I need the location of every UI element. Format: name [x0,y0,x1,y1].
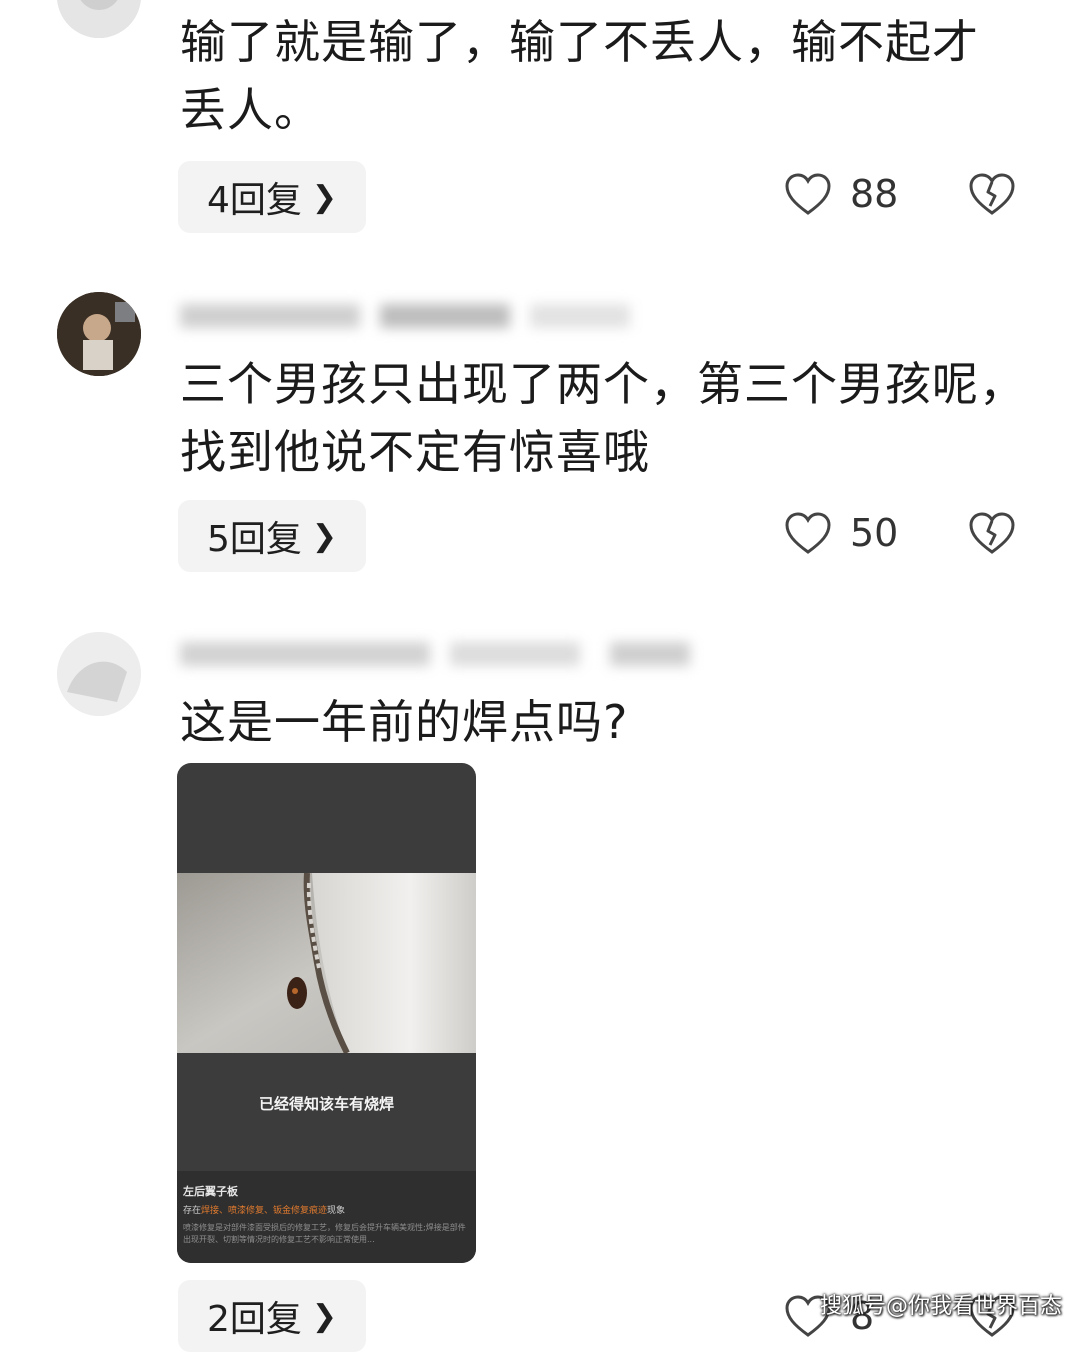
username-blurred [180,636,700,670]
comment-text: 三个男孩只出现了两个，第三个男孩呢， 找到他说不定有惊喜哦 [180,350,1040,486]
comment-text: 输了就是输了，输了不丢人，输不起才 丢人。 [180,8,1040,144]
heart-outline-icon [785,512,831,554]
heart-outline-icon [785,173,831,215]
weld-photo [177,873,476,1053]
comment-image[interactable]: 已经得知该车有烧焊 左后翼子板 存在焊接、喷漆修复、钣金修复痕迹现象 喷漆修复是… [177,763,476,1263]
avatar[interactable] [57,292,141,376]
username-blurred [180,298,640,332]
avatar[interactable] [57,632,141,716]
panel-line-prefix: 存在 [183,1206,202,1216]
like-count: 88 [850,172,899,216]
broken-heart-icon [969,512,1015,554]
panel-desc: 喷漆修复是对部件漆面受损后的修复工艺，修复后会提升车辆美观性;焊接是部件出现开裂… [183,1223,466,1244]
chevron-right-icon: ❯ [311,518,338,554]
panel-line-suffix: 现象 [327,1206,346,1216]
comment-text-line: 这是一年前的焊点吗? [180,695,629,749]
reply-label: 4回复 [206,180,302,221]
panel-line: 存在焊接、喷漆修复、钣金修复痕迹现象 [183,1203,468,1216]
reply-button[interactable]: 2回复 ❯ [178,1280,366,1352]
dislike-button[interactable] [968,511,1016,559]
reply-label: 5回复 [206,519,302,560]
comment-text-line: 找到他说不定有惊喜哦 [180,425,650,479]
broken-heart-icon [969,173,1015,215]
avatar[interactable] [57,0,141,38]
chevron-right-icon: ❯ [311,1298,338,1334]
dislike-button[interactable] [968,172,1016,220]
reply-button[interactable]: 4回复 ❯ [178,161,366,233]
panel-tags: 焊接、喷漆修复、钣金修复痕迹 [201,1206,328,1216]
reply-button[interactable]: 5回复 ❯ [178,500,366,572]
chevron-right-icon: ❯ [311,179,338,215]
reply-label: 2回复 [206,1299,302,1340]
image-caption: 已经得知该车有烧焊 [258,1095,394,1113]
watermark: 搜狐号@你我看世界百态 [820,1294,1063,1319]
comment-text-line: 输了就是输了，输了不丢人，输不起才 [180,15,979,69]
info-panel: 左后翼子板 存在焊接、喷漆修复、钣金修复痕迹现象 喷漆修复是对部件漆面受损后的修… [177,1171,476,1263]
like-button[interactable]: 50 [784,511,898,555]
panel-title: 左后翼子板 [183,1185,238,1198]
comment-text-line: 丢人。 [180,83,321,137]
like-button[interactable]: 88 [784,172,898,216]
comment-text-line: 三个男孩只出现了两个，第三个男孩呢， [180,357,1026,411]
like-count: 50 [850,511,899,555]
comment-text: 这是一年前的焊点吗? [180,688,1040,756]
